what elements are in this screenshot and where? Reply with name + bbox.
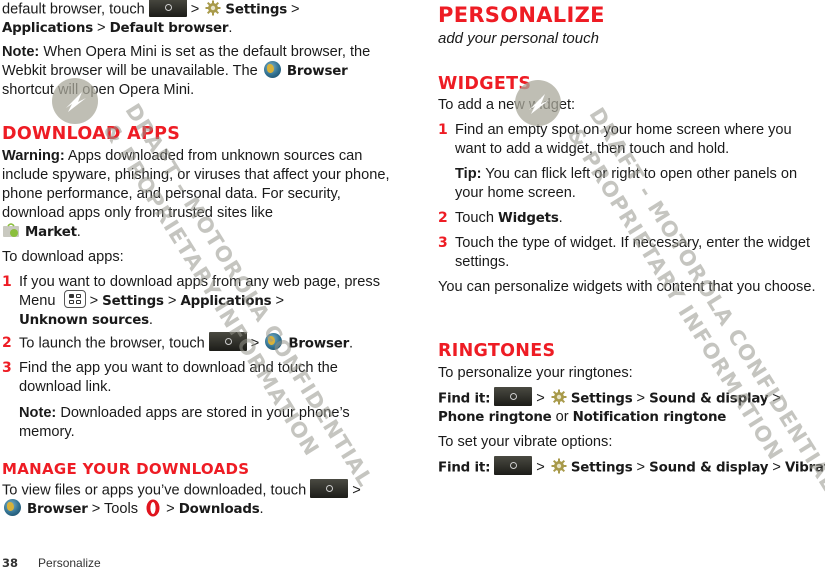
settings-link: Settings xyxy=(225,2,287,18)
ringtones-intro: To personalize your ringtones: xyxy=(438,365,633,381)
page-subtitle: add your personal touch xyxy=(438,30,599,47)
home-key-icon xyxy=(208,332,247,351)
download-step-1: 1 If you want to download apps from any … xyxy=(2,274,381,328)
widget-step-3: 3 Touch the type of widget. If necessary… xyxy=(438,235,811,270)
intro-paragraph: default browser, touch > Settings > Appli… xyxy=(2,0,400,38)
manage-downloads-paragraph: To view files or apps you’ve downloaded,… xyxy=(2,479,400,519)
opera-icon xyxy=(146,499,160,517)
vibrate-find-it: Find it: > Settings > Sound & display > V… xyxy=(438,456,825,477)
widgets-intro: To add a new widget: xyxy=(438,97,576,113)
settings-gear-icon xyxy=(551,458,567,474)
home-key-icon xyxy=(310,479,349,498)
widget-step-1: 1 Find an empty spot on your home screen… xyxy=(438,122,792,157)
vibrate-intro: To set your vibrate options: xyxy=(438,434,613,450)
ringtone-find-it: Find it: > Settings > Sound & display > P… xyxy=(438,387,825,427)
page-title: Personalize xyxy=(438,3,605,27)
market-bag-icon xyxy=(2,222,20,238)
manage-downloads-heading: Manage your downloads xyxy=(2,460,250,478)
page-footer: 38 Personalize xyxy=(2,556,101,569)
download-step-2: 2 To launch the browser, touch > Browser. xyxy=(2,332,400,353)
settings-gear-icon xyxy=(551,389,567,405)
download-apps-intro: To download apps: xyxy=(2,249,124,265)
default-browser-link: Default browser xyxy=(109,21,229,37)
page-number: 38 xyxy=(2,556,19,569)
watermark-line-1: DRAFT - MOTOROLA CONFIDENTIAL xyxy=(584,103,825,496)
footer-section: Personalize xyxy=(38,556,101,569)
download-step-3: 3 Find the app you want to download and … xyxy=(2,360,338,395)
menu-key-icon xyxy=(63,290,86,309)
settings-gear-icon xyxy=(205,0,221,16)
browser-globe-icon xyxy=(263,60,281,78)
widget-tip: Tip: You can flick left or right to open… xyxy=(455,166,798,201)
widgets-outro: You can personalize widgets with content… xyxy=(438,279,816,295)
warning-paragraph: Warning: Apps downloaded from unknown so… xyxy=(2,148,390,240)
ringtones-heading: Ringtones xyxy=(438,341,556,361)
browser-globe-icon xyxy=(265,333,283,350)
note-opera-mini: Note: When Opera Mini is set as the defa… xyxy=(2,44,371,98)
downloaded-apps-note: Note: Downloaded apps are stored in your… xyxy=(19,405,350,440)
download-apps-heading: Download apps xyxy=(2,124,181,144)
home-key-icon xyxy=(494,456,533,475)
browser-globe-icon xyxy=(4,499,21,516)
widget-step-2: 2 Touch Widgets. xyxy=(438,210,563,226)
home-key-icon xyxy=(494,387,533,406)
home-key-icon xyxy=(148,0,187,17)
applications-link: Applications xyxy=(2,21,93,37)
widgets-heading: Widgets xyxy=(438,74,532,94)
